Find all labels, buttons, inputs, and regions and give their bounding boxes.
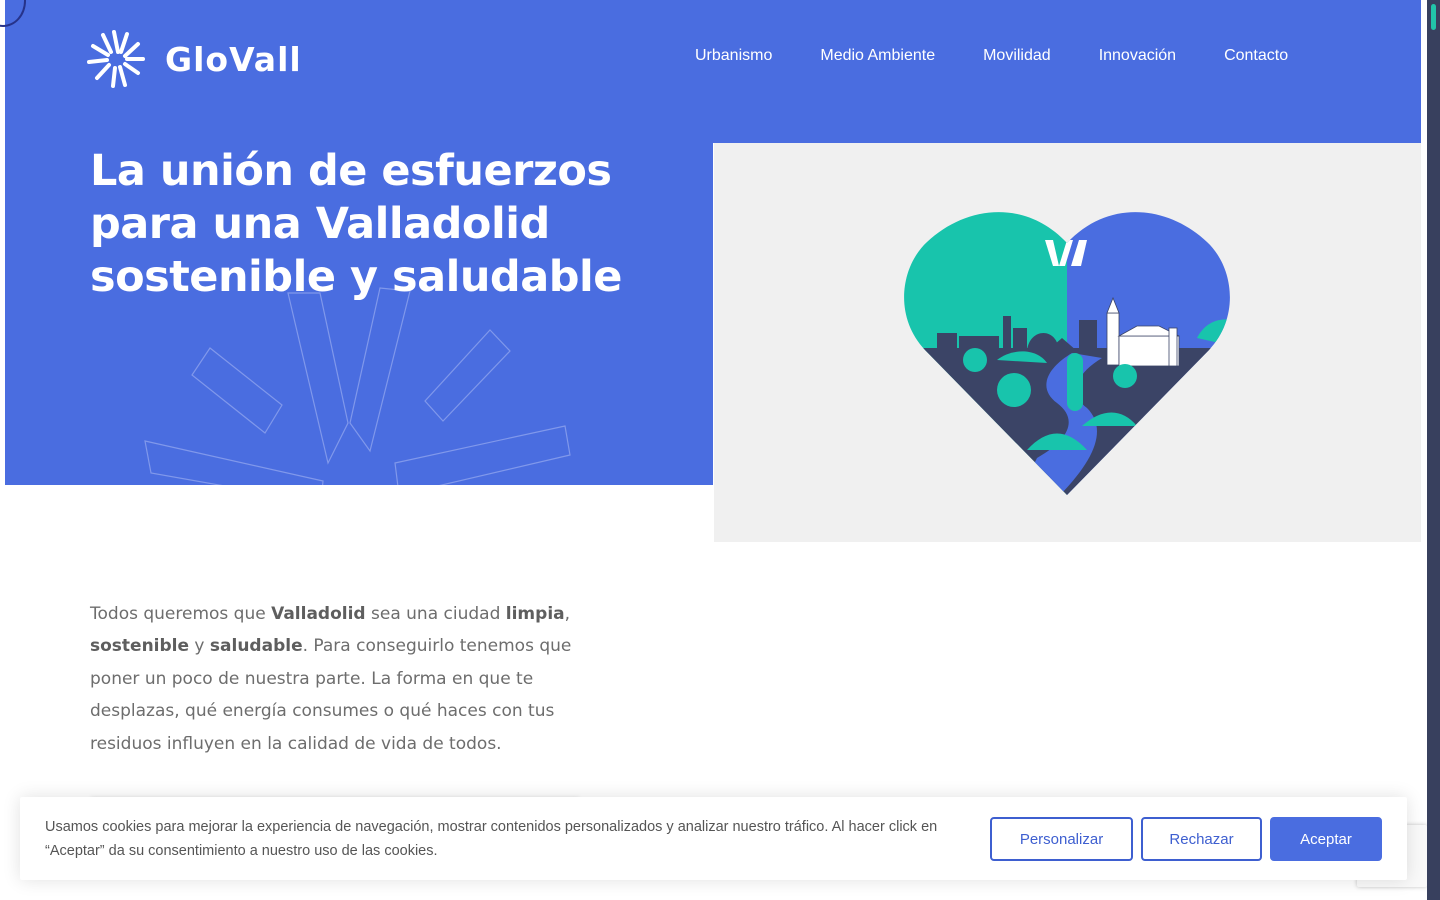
intro-paragraph: Todos queremos que Valladolid sea una ci… — [90, 604, 572, 754]
highlight-saludable: saludable — [391, 252, 626, 306]
logo-wordmark: GloVall — [165, 39, 302, 79]
main-nav: Urbanismo Medio Ambiente Movilidad Innov… — [695, 47, 1288, 65]
customize-button[interactable]: Personalizar — [990, 817, 1133, 861]
site-header: GloVall Urbanismo Medio Ambiente Movilid… — [0, 0, 1421, 120]
accept-button[interactable]: Aceptar — [1270, 817, 1382, 861]
hero-image — [714, 143, 1421, 542]
nav-item-movilidad[interactable]: Movilidad — [983, 47, 1051, 65]
hero-title-connector: y — [335, 252, 392, 302]
highlight-sostenible: sostenible — [90, 252, 340, 306]
hero-title-line1: La unión de esfuerzos — [90, 146, 612, 196]
page-scrollbar[interactable] — [1427, 0, 1440, 900]
hero-title-line2: para una Valladolid — [90, 199, 550, 249]
site-logo[interactable]: GloVall — [85, 28, 302, 90]
nav-item-urbanismo[interactable]: Urbanismo — [695, 47, 772, 65]
nav-item-innovacion[interactable]: Innovación — [1099, 47, 1176, 65]
cookie-message: Usamos cookies para mejorar la experienc… — [45, 819, 938, 859]
cookie-banner: Usamos cookies para mejorar la experienc… — [20, 797, 1407, 880]
nav-item-contacto[interactable]: Contacto — [1224, 47, 1288, 65]
nav-item-medio-ambiente[interactable]: Medio Ambiente — [820, 47, 935, 65]
reject-button[interactable]: Rechazar — [1141, 817, 1262, 861]
page: GloVall Urbanismo Medio Ambiente Movilid… — [0, 0, 1427, 900]
hero-title: La unión de esfuerzos para una Valladoli… — [90, 145, 690, 306]
scrollbar-thumb[interactable] — [1431, 4, 1436, 30]
heart-city-illustration-icon — [904, 212, 1230, 495]
logo-starburst-icon — [87, 30, 145, 88]
